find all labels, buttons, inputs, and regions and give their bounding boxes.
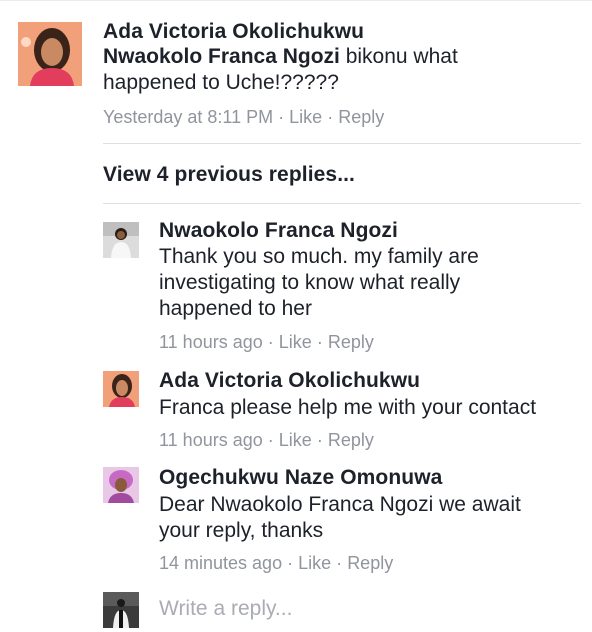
reply-link[interactable]: Reply <box>328 430 374 450</box>
reply-link[interactable]: Reply <box>328 332 374 352</box>
dot-sep: · <box>267 332 274 352</box>
main-comment-text-part1: bikonu what <box>339 45 458 68</box>
avatar-ogechukwu[interactable] <box>103 467 139 503</box>
reply-3-text: Dear Nwaokolo Franca Ngozi we await your… <box>159 492 584 544</box>
main-comment-time[interactable]: Yesterday at 8:11 PM <box>103 107 273 127</box>
reply-3-line: your reply, thanks <box>159 519 324 542</box>
dot-sep: · <box>336 553 343 573</box>
reply-1-time[interactable]: 11 hours ago <box>159 332 263 352</box>
reply-3-author[interactable]: Ogechukwu Naze Omonuwa <box>159 466 442 490</box>
dot-sep: · <box>287 553 294 573</box>
reply-2-author[interactable]: Ada Victoria Okolichukwu <box>159 369 420 393</box>
top-divider <box>0 0 592 1</box>
avatar-franca[interactable] <box>103 222 139 258</box>
like-link[interactable]: Like <box>279 332 312 352</box>
profile-photo-icon <box>103 371 139 407</box>
write-reply-input[interactable] <box>155 594 583 624</box>
reply-1-author[interactable]: Nwaokolo Franca Ngozi <box>159 219 398 243</box>
like-link[interactable]: Like <box>298 553 331 573</box>
avatar-ada[interactable] <box>18 22 82 86</box>
main-comment-meta: Yesterday at 8:11 PM · Like · Reply <box>103 107 384 128</box>
dot-sep: · <box>267 430 274 450</box>
profile-photo-icon <box>103 592 139 628</box>
avatar-ada-small[interactable] <box>103 371 139 407</box>
main-comment-text: Nwaokolo Franca Ngozi bikonu what happen… <box>103 44 573 96</box>
reply-2-text: Franca please help me with your contact <box>159 395 584 421</box>
reply-3-meta: 14 minutes ago · Like · Reply <box>159 553 393 574</box>
reply-1-line: investigating to know what really <box>159 271 461 294</box>
avatar-composer <box>103 592 139 628</box>
reply-2-time[interactable]: 11 hours ago <box>159 430 263 450</box>
dot-sep: · <box>278 107 285 127</box>
reply-3-line: Dear Nwaokolo Franca Ngozi we await <box>159 493 521 516</box>
reply-2-line: Franca please help me with your contact <box>159 396 537 419</box>
dot-sep: · <box>327 107 334 127</box>
profile-photo-icon <box>18 22 82 86</box>
main-comment-author[interactable]: Ada Victoria Okolichukwu <box>103 20 364 44</box>
reply-link[interactable]: Reply <box>347 553 393 573</box>
dot-sep: · <box>316 430 323 450</box>
divider-1 <box>103 143 581 144</box>
divider-2 <box>103 203 581 204</box>
reply-1-meta: 11 hours ago · Like · Reply <box>159 332 374 353</box>
reply-2-meta: 11 hours ago · Like · Reply <box>159 430 374 451</box>
like-link[interactable]: Like <box>279 430 312 450</box>
reply-3-time[interactable]: 14 minutes ago <box>159 553 282 573</box>
reply-1-text: Thank you so much. my family are investi… <box>159 244 579 322</box>
like-link[interactable]: Like <box>289 107 322 127</box>
reply-1-line: happened to her <box>159 297 312 320</box>
reply-link[interactable]: Reply <box>338 107 384 127</box>
mention-link[interactable]: Nwaokolo Franca Ngozi <box>103 45 340 68</box>
main-comment-text-part2: happened to Uche!????? <box>103 71 339 94</box>
profile-photo-icon <box>103 222 139 258</box>
reply-1-line: Thank you so much. my family are <box>159 245 479 268</box>
view-previous-replies-link[interactable]: View 4 previous replies... <box>103 163 355 187</box>
dot-sep: · <box>316 332 323 352</box>
profile-photo-icon <box>103 467 139 503</box>
